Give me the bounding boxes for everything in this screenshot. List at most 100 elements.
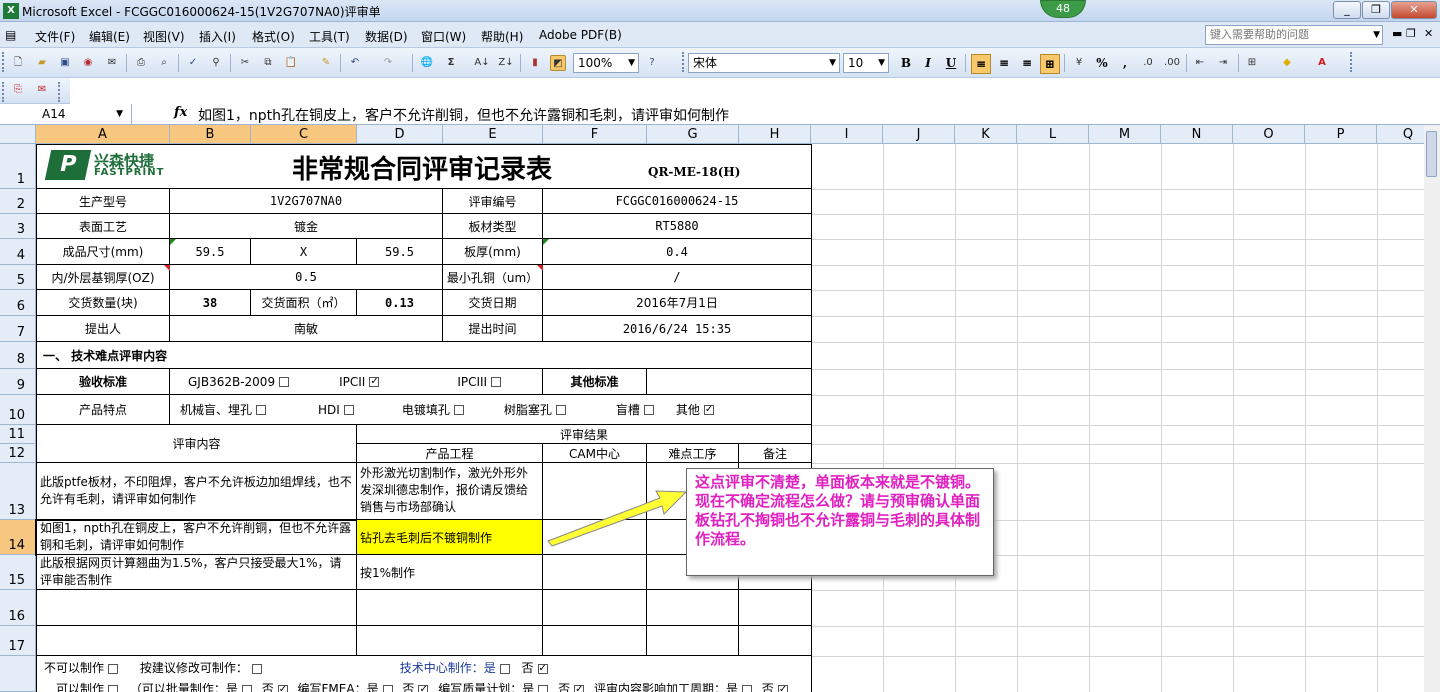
- row-header[interactable]: 9: [0, 369, 36, 395]
- remarks[interactable]: [739, 626, 812, 656]
- menu-view[interactable]: 视图(V): [143, 28, 185, 45]
- cell-label[interactable]: 评审编号: [443, 189, 543, 214]
- cam-result[interactable]: [543, 590, 647, 626]
- paste-icon[interactable]: 📋: [283, 55, 299, 71]
- review-item[interactable]: [36, 626, 357, 656]
- cell-label[interactable]: 板厚(mm): [443, 239, 543, 265]
- menu-format[interactable]: 格式(O): [252, 28, 295, 45]
- column-header-g[interactable]: G: [647, 125, 739, 144]
- checkbox[interactable]: [555, 404, 566, 415]
- review-item[interactable]: 此版ptfe板材，不印阻焊，客户不允许板边加组焊线，也不允许有毛刺，请评审如何制…: [36, 463, 357, 520]
- checkbox[interactable]: [256, 404, 267, 415]
- toolbar-options-icon[interactable]: [58, 82, 62, 102]
- checkbox[interactable]: [491, 376, 502, 387]
- select-all-corner[interactable]: [0, 125, 36, 144]
- restore-button[interactable]: ❐: [1362, 1, 1390, 19]
- checkbox[interactable]: [538, 684, 549, 692]
- checkbox[interactable]: [382, 684, 393, 692]
- checkbox[interactable]: [108, 684, 119, 692]
- column-heading[interactable]: 产品工程: [357, 444, 543, 463]
- column-header-d[interactable]: D: [357, 125, 443, 144]
- cell-value[interactable]: 2016年7月1日: [543, 290, 812, 316]
- sort-descending-icon[interactable]: Z↓: [498, 55, 514, 71]
- checkbox[interactable]: [108, 663, 119, 674]
- cell-value[interactable]: 0.4: [543, 239, 812, 265]
- column-heading[interactable]: CAM中心: [543, 444, 647, 463]
- menu-window[interactable]: 窗口(W): [421, 28, 466, 45]
- cell-label[interactable]: 提出时间: [443, 316, 543, 342]
- column-header-a[interactable]: A: [36, 125, 170, 144]
- chevron-down-icon[interactable]: ▼: [878, 54, 885, 72]
- checkbox[interactable]: [343, 404, 354, 415]
- cell-value[interactable]: X: [251, 239, 357, 265]
- section-heading[interactable]: 一、 技术难点评审内容: [36, 342, 812, 369]
- checkbox[interactable]: ✓: [277, 684, 288, 692]
- menu-adobe-pdf[interactable]: Adobe PDF(B): [539, 28, 622, 42]
- row-header[interactable]: 11: [0, 425, 36, 444]
- italic-button[interactable]: I: [918, 54, 938, 74]
- checkbox[interactable]: ✓: [703, 404, 714, 415]
- engineering-result[interactable]: 钻孔去毛刺后不镀铜制作: [357, 520, 543, 555]
- cell-value[interactable]: 2016/6/24 15:35: [543, 316, 812, 342]
- engineering-result[interactable]: [357, 590, 543, 626]
- row-header[interactable]: 13: [0, 463, 36, 520]
- new-file-icon[interactable]: 🗋: [10, 55, 26, 71]
- column-heading[interactable]: 备注: [739, 444, 812, 463]
- row-header[interactable]: 17: [0, 626, 36, 656]
- close-button[interactable]: ✕: [1391, 1, 1437, 19]
- cell-label[interactable]: 交货面积（㎡）: [251, 290, 357, 316]
- cell-value[interactable]: RT5880: [543, 214, 812, 239]
- cell-label[interactable]: 提出人: [36, 316, 170, 342]
- row-header[interactable]: 6: [0, 290, 36, 316]
- row-header[interactable]: 5: [0, 265, 36, 290]
- column-header-k[interactable]: K: [955, 125, 1017, 144]
- row-header[interactable]: 15: [0, 555, 36, 590]
- row-header[interactable]: 1: [0, 144, 36, 189]
- decrease-decimal-icon[interactable]: .00: [1164, 55, 1180, 71]
- help-search-input[interactable]: 键入需要帮助的问题 ▼: [1205, 25, 1383, 45]
- row-header[interactable]: 12: [0, 444, 36, 463]
- cell-label[interactable]: 内/外层基铜厚(OZ): [36, 265, 170, 290]
- cell-label[interactable]: 成品尺寸(mm): [36, 239, 170, 265]
- checkbox[interactable]: [741, 684, 752, 692]
- row-header[interactable]: 10: [0, 395, 36, 425]
- scroll-thumb[interactable]: [1426, 131, 1437, 177]
- column-heading[interactable]: 评审内容: [36, 425, 357, 463]
- cell-value[interactable]: 1V2G707NA0: [170, 189, 443, 214]
- cell-value[interactable]: 0.5: [170, 265, 443, 290]
- align-center-icon[interactable]: ≡: [994, 54, 1014, 74]
- column-header-f[interactable]: F: [543, 125, 647, 144]
- underline-button[interactable]: U: [941, 54, 961, 74]
- row-header[interactable]: 16: [0, 590, 36, 626]
- chart-wizard-icon[interactable]: ▮: [527, 55, 543, 71]
- insert-function-icon[interactable]: fx: [174, 105, 187, 120]
- formula-input[interactable]: 如图1，npth孔在铜皮上，客户不允许削铜，但也不允许露铜和毛刺，请评审如何制作: [198, 105, 729, 125]
- sheet-menu-icon[interactable]: ▤: [5, 28, 16, 42]
- doc-close-icon[interactable]: ✕: [1424, 27, 1433, 40]
- increase-decimal-icon[interactable]: .0: [1140, 55, 1156, 71]
- spelling-icon[interactable]: ✓: [185, 55, 201, 71]
- engineering-result[interactable]: [357, 626, 543, 656]
- checkbox[interactable]: [643, 404, 654, 415]
- column-header-p[interactable]: P: [1305, 125, 1377, 144]
- align-left-icon[interactable]: ≡: [971, 54, 991, 74]
- help-icon[interactable]: ?: [644, 55, 660, 71]
- save-icon[interactable]: ▣: [57, 55, 73, 71]
- cell-value[interactable]: 59.5: [357, 239, 443, 265]
- cell-label[interactable]: 板材类型: [443, 214, 543, 239]
- vertical-scrollbar[interactable]: [1424, 125, 1440, 692]
- toolbar-grip[interactable]: [2, 52, 6, 72]
- column-header-l[interactable]: L: [1017, 125, 1089, 144]
- review-item[interactable]: 此版根据网页计算翘曲为1.5%，客户只接受最大1%，请评审能否制作: [36, 555, 357, 590]
- column-header-m[interactable]: M: [1089, 125, 1161, 144]
- chevron-down-icon[interactable]: ▼: [116, 104, 123, 124]
- doc-minimize-icon[interactable]: ▬: [1392, 27, 1402, 40]
- zoom-select[interactable]: 100% ▼: [573, 53, 639, 73]
- cell-label[interactable]: 最小孔铜（um）: [443, 265, 543, 290]
- toolbar-options-icon[interactable]: [1350, 52, 1354, 72]
- email-icon[interactable]: ✉: [104, 55, 120, 71]
- checkbox[interactable]: ✓: [369, 376, 380, 387]
- sort-ascending-icon[interactable]: A↓: [474, 55, 490, 71]
- checkbox[interactable]: [251, 663, 262, 674]
- row-header[interactable]: 3: [0, 214, 36, 239]
